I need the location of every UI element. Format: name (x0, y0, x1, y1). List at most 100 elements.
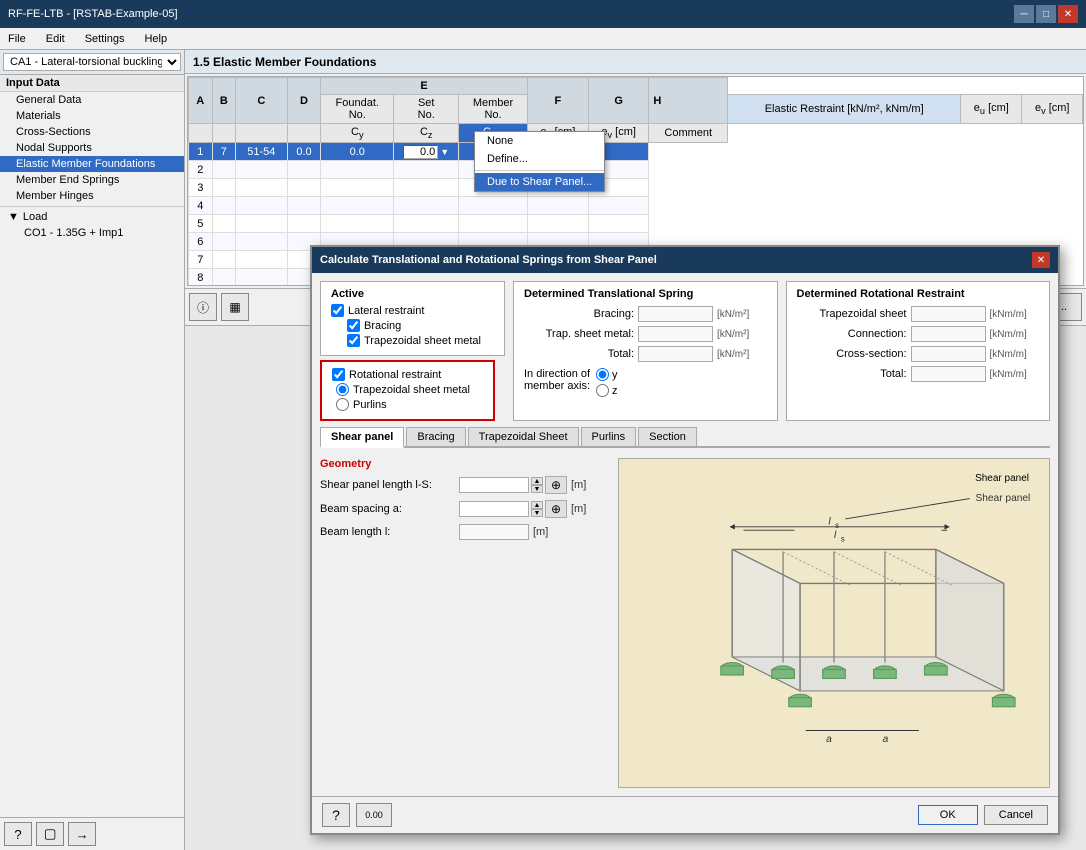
rotational-restraint-panel: Determined Rotational Restraint Trapezoi… (786, 281, 1051, 421)
th-h: H (649, 78, 728, 124)
shear-panel-length-label: Shear panel length l-S: (320, 479, 455, 491)
sidebar-export-button[interactable]: → (68, 822, 96, 846)
trap-spring-input[interactable] (638, 326, 713, 342)
rotational-restraint-input[interactable] (332, 368, 345, 381)
menu-bar: File Edit Settings Help (0, 28, 1086, 50)
th-c: C (236, 78, 288, 124)
sidebar-view-button[interactable]: ▢ (36, 822, 64, 846)
beam-spacing-input[interactable]: 0.000 (459, 501, 529, 517)
trap-restraint-input[interactable] (911, 306, 986, 322)
bracing-checkbox[interactable]: Bracing (331, 319, 494, 332)
table-row[interactable]: 3 (189, 179, 1083, 197)
sidebar-help-button[interactable]: ? (4, 822, 32, 846)
rotational-restraint-box: Rotational restraint Trapezoidal sheet m… (320, 360, 495, 421)
dialog-cancel-button[interactable]: Cancel (984, 805, 1048, 825)
menu-settings[interactable]: Settings (81, 32, 129, 46)
tab-purlins[interactable]: Purlins (581, 427, 637, 446)
beam-length-input[interactable]: 19.886 (459, 524, 529, 540)
footer-left: ? 0.00 (322, 803, 392, 827)
dialog-ok-button[interactable]: OK (918, 805, 978, 825)
table-button[interactable]: ▦ (221, 293, 249, 321)
trap-sheet-metal-radio[interactable]: Trapezoidal sheet metal (332, 383, 483, 396)
purlins-radio[interactable]: Purlins (332, 398, 483, 411)
table-row[interactable]: 2 (189, 161, 1083, 179)
bracing-spring-input[interactable] (638, 306, 713, 322)
connection-input[interactable]: 0.0 (911, 326, 986, 342)
cross-section-unit: [kNm/m] (990, 349, 1027, 360)
trapezoidal-checkbox[interactable]: Trapezoidal sheet metal (331, 334, 494, 347)
beam-spacing-up-btn[interactable]: ▲ (531, 501, 543, 509)
tab-trapezoidal-sheet[interactable]: Trapezoidal Sheet (468, 427, 579, 446)
direction-z-radio[interactable] (596, 384, 609, 397)
direction-y-radio[interactable] (596, 368, 609, 381)
tab-bracing[interactable]: Bracing (406, 427, 465, 446)
rotational-restraint-checkbox[interactable]: Rotational restraint (332, 368, 483, 381)
connection-unit: [kNm/m] (990, 329, 1027, 340)
direction-row: In direction ofmember axis: y z (524, 368, 767, 397)
sidebar-separator (0, 206, 184, 207)
sidebar-item-materials[interactable]: Materials (0, 108, 184, 124)
close-button[interactable]: ✕ (1058, 5, 1078, 23)
trap-restraint-label: Trapezoidal sheet (797, 308, 907, 320)
shear-panel-picker-btn[interactable]: ⊕ (545, 476, 567, 494)
total-restraint-input[interactable]: 66.3 (911, 366, 986, 382)
total-restraint-unit: [kNm/m] (990, 369, 1027, 380)
cell-row1-member: 51-54 (236, 143, 288, 161)
sidebar-item-co1[interactable]: CO1 - 1.35G + Imp1 (0, 225, 184, 241)
menu-file[interactable]: File (4, 32, 30, 46)
bracing-spring-row: Bracing: [kN/m²] (524, 306, 767, 322)
minimize-button[interactable]: ─ (1014, 5, 1034, 23)
sidebar-item-member-end-springs[interactable]: Member End Springs (0, 172, 184, 188)
dropdown-item-none[interactable]: None (475, 132, 604, 150)
direction-z-label[interactable]: z (596, 384, 618, 397)
svg-text:s: s (841, 535, 845, 544)
dialog-value-button[interactable]: 0.00 (356, 803, 392, 827)
table-row[interactable]: 1 7 51-54 0.0 0.0 ▼ 0.00 0.00 (189, 143, 1083, 161)
ca-dropdown[interactable]: CA1 - Lateral-torsional buckling (3, 53, 181, 71)
direction-y-label[interactable]: y (596, 368, 618, 381)
trap-sheet-radio-input[interactable] (336, 383, 349, 396)
purlins-radio-input[interactable] (336, 398, 349, 411)
menu-edit[interactable]: Edit (42, 32, 69, 46)
dropdown-item-define[interactable]: Define... (475, 150, 604, 168)
trap-spring-row: Trap. sheet metal: [kN/m²] (524, 326, 767, 342)
maximize-button[interactable]: □ (1036, 5, 1056, 23)
translational-spring-panel: Determined Translational Spring Bracing:… (513, 281, 778, 421)
shear-panel-length-input[interactable]: 0.000 (459, 477, 529, 493)
shear-panel-down-btn[interactable]: ▼ (531, 485, 543, 493)
sidebar-item-load[interactable]: ▼ Load (0, 209, 184, 225)
tab-shear-panel[interactable]: Shear panel (320, 427, 404, 448)
cross-section-input[interactable]: 66.3 (911, 346, 986, 362)
content-header: 1.5 Elastic Member Foundations (185, 50, 1086, 74)
lateral-restraint-input[interactable] (331, 304, 344, 317)
tab-section[interactable]: Section (638, 427, 697, 446)
th-elastic-restraint: Elastic Restraint [kN/m², kNm/m] (728, 95, 961, 124)
dropdown-item-shear-panel[interactable]: Due to Shear Panel... (475, 173, 604, 191)
lateral-restraint-checkbox[interactable]: Lateral restraint (331, 304, 494, 317)
shear-panel-up-btn[interactable]: ▲ (531, 477, 543, 485)
trapezoidal-input[interactable] (347, 334, 360, 347)
beam-spacing-picker-btn[interactable]: ⊕ (545, 500, 567, 518)
beam-spacing-down-btn[interactable]: ▼ (531, 509, 543, 517)
table-row[interactable]: 4 (189, 197, 1083, 215)
cell-row1-cex[interactable]: ▼ (394, 143, 459, 161)
cex-input-container: ▼ (394, 145, 458, 159)
table-row[interactable]: 5 (189, 215, 1083, 233)
dialog-help-button[interactable]: ? (322, 803, 350, 827)
sidebar-item-nodal-supports[interactable]: Nodal Supports (0, 140, 184, 156)
menu-help[interactable]: Help (140, 32, 171, 46)
total-spring-input[interactable] (638, 346, 713, 362)
dialog-close-button[interactable]: ✕ (1032, 252, 1050, 268)
sidebar-item-elastic-member-foundations[interactable]: Elastic Member Foundations (0, 156, 184, 172)
trap-spring-label: Trap. sheet metal: (524, 328, 634, 340)
cex-input[interactable] (403, 145, 438, 159)
beam-length-label: Beam length l: (320, 526, 455, 538)
sidebar-item-member-hinges[interactable]: Member Hinges (0, 188, 184, 204)
sidebar-item-general-data[interactable]: General Data (0, 92, 184, 108)
active-box: Active Lateral restraint Bracing Trapezo… (320, 281, 505, 356)
sidebar-item-cross-sections[interactable]: Cross-Sections (0, 124, 184, 140)
th-g: G (588, 78, 648, 124)
dialog-container: Calculate Translational and Rotational S… (310, 245, 1060, 835)
info-button[interactable]: ⓘ (189, 293, 217, 321)
bracing-input[interactable] (347, 319, 360, 332)
